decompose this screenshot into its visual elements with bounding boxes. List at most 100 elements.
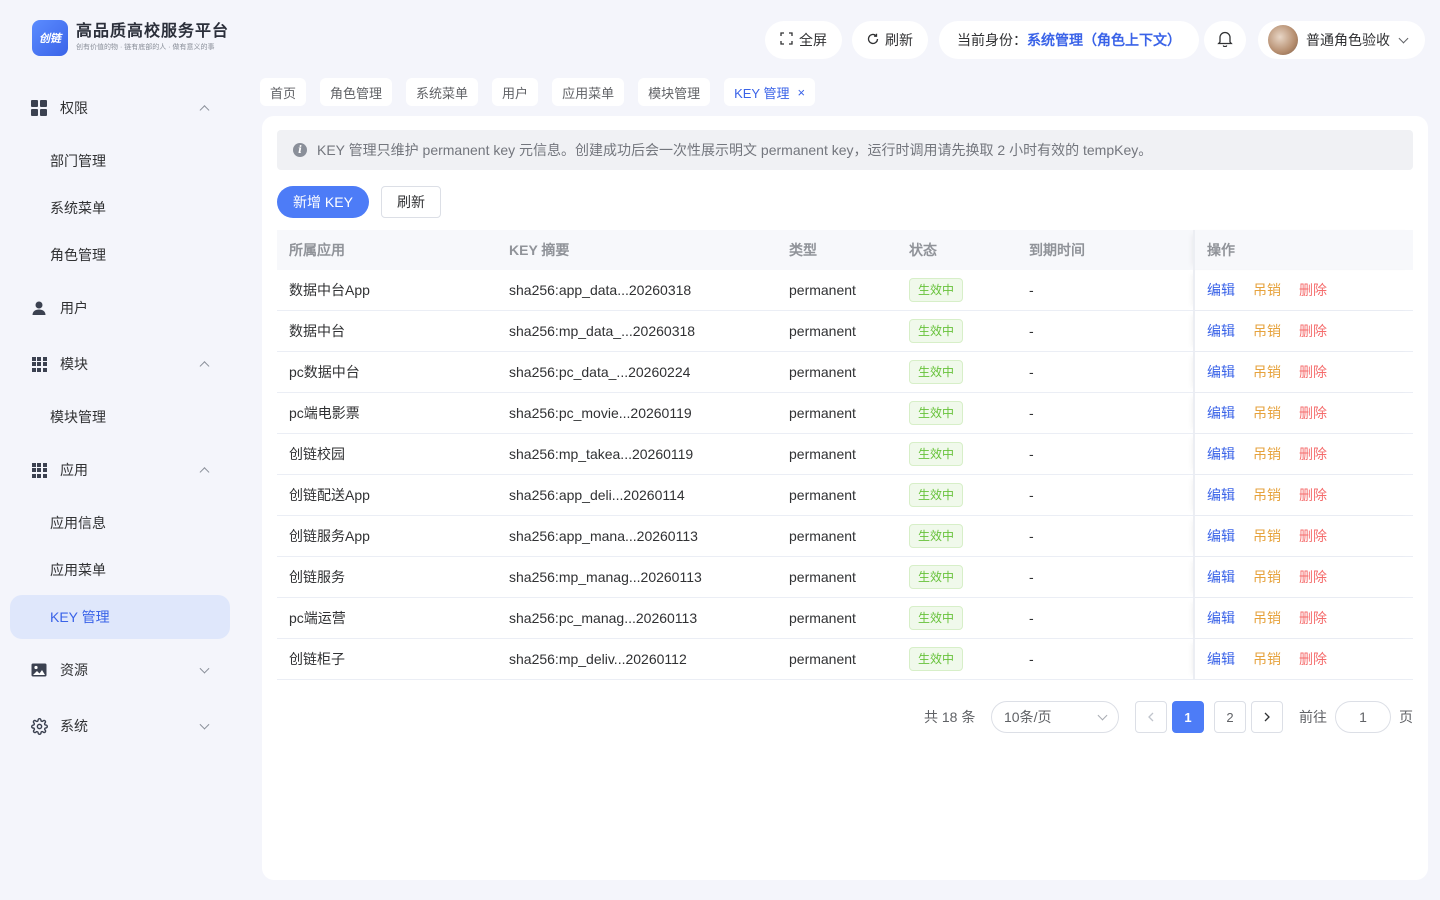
- nav-group-app[interactable]: 应用: [10, 442, 230, 498]
- revoke-link[interactable]: 吊销: [1253, 485, 1281, 505]
- cell-app: pc数据中台: [289, 364, 360, 380]
- cell-expire: -: [1029, 323, 1034, 339]
- nav-item-app-info[interactable]: 应用信息: [10, 501, 230, 545]
- cell-actions: 编辑 吊销 删除: [1193, 393, 1413, 433]
- nav-item-app-menu[interactable]: 应用菜单: [10, 548, 230, 592]
- cell-status: 生效中: [897, 524, 1017, 548]
- fullscreen-label: 全屏: [799, 32, 827, 48]
- revoke-link[interactable]: 吊销: [1253, 526, 1281, 546]
- nav-group-system[interactable]: 系统: [10, 698, 230, 754]
- tab-app-menu[interactable]: 应用菜单: [552, 78, 625, 106]
- revoke-link[interactable]: 吊销: [1253, 608, 1281, 628]
- nav-item-role[interactable]: 角色管理: [10, 233, 230, 277]
- close-icon[interactable]: ×: [797, 85, 805, 100]
- nav-group-resource[interactable]: 资源: [10, 642, 230, 698]
- edit-link[interactable]: 编辑: [1207, 567, 1235, 587]
- cell-status: 生效中: [897, 360, 1017, 384]
- nav-item-key-manage[interactable]: KEY 管理: [10, 595, 230, 639]
- edit-link[interactable]: 编辑: [1207, 649, 1235, 669]
- cell-key: sha256:pc_data_...20260224: [509, 364, 691, 380]
- gear-icon: [30, 717, 48, 735]
- brand-logo[interactable]: 创链 高品质高校服务平台 创有价值的物 · 链有底部的人 · 做有意义的事: [32, 20, 229, 56]
- delete-link[interactable]: 删除: [1299, 526, 1327, 546]
- delete-link[interactable]: 删除: [1299, 567, 1327, 587]
- page-size-select[interactable]: 10条/页: [991, 701, 1119, 733]
- refresh-header-button[interactable]: 刷新: [852, 21, 928, 59]
- page-button-1[interactable]: 1: [1172, 701, 1204, 733]
- user-icon: [30, 299, 48, 317]
- nav-group-permission[interactable]: 权限: [10, 80, 230, 136]
- cell-key: sha256:mp_deliv...20260112: [509, 651, 687, 667]
- tab-role-manage[interactable]: 角色管理: [320, 78, 393, 106]
- nav-item-module-manage[interactable]: 模块管理: [10, 395, 230, 439]
- fullscreen-button[interactable]: 全屏: [765, 21, 842, 59]
- cell-actions: 编辑 吊销 删除: [1193, 639, 1413, 679]
- chevron-down-icon: [199, 663, 210, 674]
- add-key-button[interactable]: 新增 KEY: [277, 186, 369, 218]
- nav-group-user[interactable]: 用户: [10, 280, 230, 336]
- prev-page-button[interactable]: [1135, 701, 1167, 733]
- column-header: KEY 摘要: [509, 242, 570, 258]
- tab-home[interactable]: 首页: [260, 78, 307, 106]
- tab-key-manage[interactable]: KEY 管理 ×: [724, 78, 816, 106]
- edit-link[interactable]: 编辑: [1207, 280, 1235, 300]
- cell-actions: 编辑 吊销 删除: [1193, 557, 1413, 597]
- delete-link[interactable]: 删除: [1299, 280, 1327, 300]
- delete-link[interactable]: 删除: [1299, 362, 1327, 382]
- nav-group-label: 模块: [60, 356, 88, 372]
- info-alert: i KEY 管理只维护 permanent key 元信息。创建成功后会一次性展…: [277, 130, 1413, 170]
- revoke-link[interactable]: 吊销: [1253, 567, 1281, 587]
- delete-link[interactable]: 删除: [1299, 403, 1327, 423]
- chevron-up-icon: [199, 467, 210, 478]
- revoke-link[interactable]: 吊销: [1253, 444, 1281, 464]
- table-row: 创链配送App sha256:app_deli...20260114 permane…: [277, 475, 1413, 516]
- chevron-up-icon: [199, 361, 210, 372]
- delete-link[interactable]: 删除: [1299, 485, 1327, 505]
- nav-group-module[interactable]: 模块: [10, 336, 230, 392]
- table-row: pc端电影票 sha256:pc_movie...20260119 permanen…: [277, 393, 1413, 434]
- edit-link[interactable]: 编辑: [1207, 485, 1235, 505]
- user-menu[interactable]: 普通角色验收: [1258, 21, 1425, 59]
- edit-link[interactable]: 编辑: [1207, 362, 1235, 382]
- edit-link[interactable]: 编辑: [1207, 403, 1235, 423]
- fullscreen-icon: [780, 32, 793, 48]
- delete-link[interactable]: 删除: [1299, 649, 1327, 669]
- apps-icon: [30, 461, 48, 479]
- cell-app: 数据中台: [289, 323, 345, 339]
- cell-expire: -: [1029, 282, 1034, 298]
- table-body: 数据中台App sha256:app_data...20260318 permane…: [277, 270, 1413, 680]
- avatar: [1268, 25, 1298, 55]
- nav-item-department[interactable]: 部门管理: [10, 139, 230, 183]
- sidebar: 创链 高品质高校服务平台 创有价值的物 · 链有底部的人 · 做有意义的事 权限…: [0, 0, 240, 900]
- table-row: 创链柜子 sha256:mp_deliv...20260112 permanent 生…: [277, 639, 1413, 680]
- revoke-link[interactable]: 吊销: [1253, 280, 1281, 300]
- revoke-link[interactable]: 吊销: [1253, 649, 1281, 669]
- delete-link[interactable]: 删除: [1299, 608, 1327, 628]
- goto-page-input[interactable]: 1: [1335, 701, 1391, 733]
- column-header: 所属应用: [289, 242, 345, 258]
- cell-type: permanent: [789, 364, 856, 380]
- next-page-button[interactable]: [1251, 701, 1283, 733]
- revoke-link[interactable]: 吊销: [1253, 321, 1281, 341]
- tab-system-menu[interactable]: 系统菜单: [406, 78, 479, 106]
- delete-link[interactable]: 删除: [1299, 444, 1327, 464]
- refresh-button[interactable]: 刷新: [381, 186, 441, 218]
- status-badge: 生效中: [909, 401, 964, 425]
- revoke-link[interactable]: 吊销: [1253, 362, 1281, 382]
- edit-link[interactable]: 编辑: [1207, 608, 1235, 628]
- page-button-2[interactable]: 2: [1214, 701, 1246, 733]
- delete-link[interactable]: 删除: [1299, 321, 1327, 341]
- notification-button[interactable]: [1204, 21, 1246, 59]
- role-switcher[interactable]: 当前身份： 系统管理（角色上下文）: [939, 21, 1199, 59]
- edit-link[interactable]: 编辑: [1207, 321, 1235, 341]
- cell-key: sha256:mp_takea...20260119: [509, 446, 694, 462]
- revoke-link[interactable]: 吊销: [1253, 403, 1281, 423]
- cell-status: 生效中: [897, 565, 1017, 589]
- tab-user[interactable]: 用户: [492, 78, 539, 106]
- nav-item-system-menu[interactable]: 系统菜单: [10, 186, 230, 230]
- tab-module-manage[interactable]: 模块管理: [638, 78, 711, 106]
- edit-link[interactable]: 编辑: [1207, 526, 1235, 546]
- edit-link[interactable]: 编辑: [1207, 444, 1235, 464]
- status-badge: 生效中: [909, 360, 964, 384]
- brand-subtitle: 创有价值的物 · 链有底部的人 · 做有意义的事: [76, 44, 215, 51]
